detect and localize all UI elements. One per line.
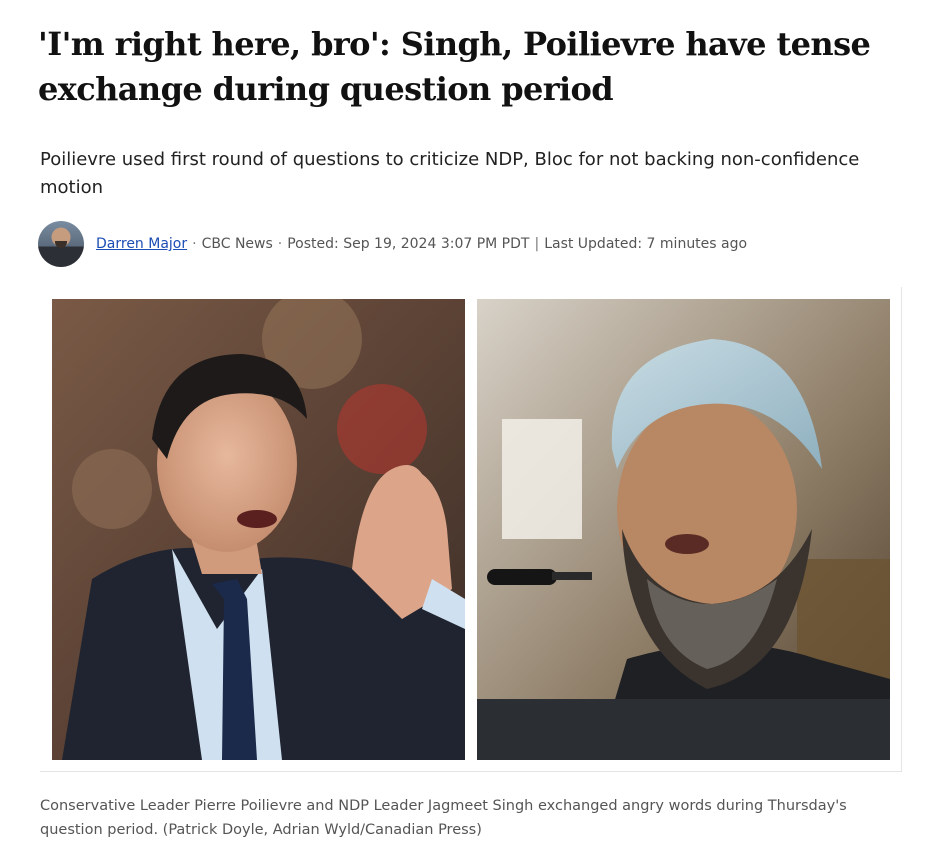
singh-photo-illustration [477,299,890,760]
byline-divider: | [534,236,540,252]
poilievre-photo-illustration [52,299,465,760]
byline-separator: · [192,236,197,252]
byline-posted: Posted: Sep 19, 2024 3:07 PM PDT [287,236,530,252]
byline: Darren Major · CBC News · Posted: Sep 19… [38,220,898,268]
image-caption: Conservative Leader Pierre Poilievre and… [40,798,847,838]
byline-outlet: CBC News [201,236,273,252]
byline-updated: Last Updated: 7 minutes ago [544,236,748,252]
singh-photo [477,299,890,760]
article-headline: 'I'm right here, bro': Singh, Poilievre … [38,25,871,108]
article-deck: Poilievre used first round of questions … [40,149,860,198]
author-avatar[interactable] [38,221,84,267]
byline-separator: · [277,236,283,252]
poilievre-photo [52,299,465,760]
author-link[interactable]: Darren Major [96,236,187,252]
lead-image[interactable] [40,287,902,772]
